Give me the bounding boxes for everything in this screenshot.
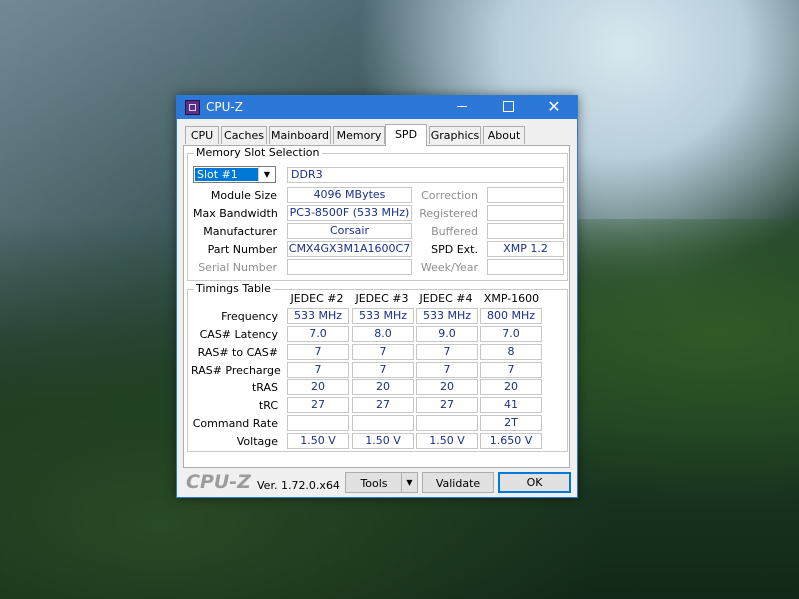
maximize-icon — [502, 101, 514, 112]
minimize-icon — [457, 106, 467, 107]
dropdown-arrow-icon[interactable]: ▼ — [401, 473, 417, 492]
tab-cpu[interactable]: CPU — [185, 126, 219, 144]
timing-cell: 8.0 — [352, 326, 414, 342]
tab-spd[interactable]: SPD — [385, 124, 427, 146]
timing-cell: 1.50 V — [287, 433, 349, 449]
serial-number-label: Serial Number — [198, 261, 277, 274]
validate-button[interactable]: Validate — [422, 472, 494, 493]
module-size-label: Module Size — [210, 189, 277, 202]
timing-cell: 7 — [416, 344, 478, 360]
slot-dropdown[interactable]: Slot #1 ▼ — [193, 166, 276, 183]
timing-cell: 7 — [416, 362, 478, 378]
max-bandwidth-value: PC3-8500F (533 MHz) — [287, 205, 412, 221]
tab-memory[interactable]: Memory — [333, 126, 385, 144]
timing-cell: 1.50 V — [416, 433, 478, 449]
memory-slot-group-title: Memory Slot Selection — [194, 146, 322, 159]
registered-label: Registered — [419, 207, 478, 220]
timing-cell: 20 — [352, 379, 414, 395]
timing-cell: 27 — [287, 397, 349, 413]
buffered-label: Buffered — [431, 225, 478, 238]
timing-cell — [416, 415, 478, 431]
timing-cell: 7.0 — [480, 326, 542, 342]
tab-caches[interactable]: Caches — [221, 126, 267, 144]
timing-cell: 533 MHz — [287, 308, 349, 324]
timings-col-jedec4: JEDEC #4 — [419, 292, 473, 305]
tab-mainboard[interactable]: Mainboard — [269, 126, 331, 144]
timing-cell: 41 — [480, 397, 542, 413]
cpu-z-app-icon — [185, 100, 200, 115]
timing-cell: 7 — [287, 344, 349, 360]
timing-cell: 1.50 V — [352, 433, 414, 449]
timing-cell: 800 MHz — [480, 308, 542, 324]
timing-cell: 7 — [287, 362, 349, 378]
dropdown-arrow-icon: ▼ — [258, 167, 275, 182]
max-bandwidth-label: Max Bandwidth — [193, 207, 278, 220]
ok-button[interactable]: OK — [498, 472, 571, 493]
timing-cell: 9.0 — [416, 326, 478, 342]
module-size-value: 4096 MBytes — [287, 187, 412, 203]
registered-value — [487, 205, 564, 221]
timing-cell — [352, 415, 414, 431]
timing-cell: 1.650 V — [480, 433, 542, 449]
close-button[interactable]: ✕ — [531, 96, 577, 119]
timing-cell: 7.0 — [287, 326, 349, 342]
minimize-button[interactable] — [439, 96, 485, 119]
timing-cell: 7 — [480, 362, 542, 378]
part-number-label: Part Number — [207, 243, 277, 256]
timing-row-label: RAS# to CAS# — [197, 346, 278, 359]
tools-button-label: Tools — [360, 477, 388, 490]
timing-cell: 27 — [352, 397, 414, 413]
timing-cell: 20 — [416, 379, 478, 395]
timing-cell: 7 — [352, 362, 414, 378]
tab-graphics[interactable]: Graphics — [429, 126, 481, 144]
memory-type-value: DDR3 — [287, 167, 564, 183]
timing-cell: 20 — [480, 379, 542, 395]
timings-col-jedec3: JEDEC #3 — [355, 292, 409, 305]
timing-cell: 2T — [480, 415, 542, 431]
spd-ext-value: XMP 1.2 — [487, 241, 564, 257]
manufacturer-value: Corsair — [287, 223, 412, 239]
part-number-value: CMX4GX3M1A1600C7 — [287, 241, 412, 257]
week-year-value — [487, 259, 564, 275]
version-text: Ver. 1.72.0.x64 — [257, 479, 340, 492]
cpuz-window: CPU-Z ✕ CPU Caches Mainboard Memory SPD … — [176, 95, 578, 498]
buffered-value — [487, 223, 564, 239]
correction-value — [487, 187, 564, 203]
cpuz-logo: CPU-Z — [186, 471, 251, 493]
timings-col-xmp1600: XMP-1600 — [483, 292, 540, 305]
spd-ext-label: SPD Ext. — [431, 243, 478, 256]
timing-row-label: tRAS — [251, 381, 278, 394]
timing-cell: 533 MHz — [416, 308, 478, 324]
window-title: CPU-Z — [206, 100, 243, 114]
title-bar[interactable]: CPU-Z ✕ — [177, 96, 577, 119]
serial-number-value — [287, 259, 412, 275]
tab-about[interactable]: About — [483, 126, 525, 144]
week-year-label: Week/Year — [420, 261, 478, 274]
slot-selected-value: Slot #1 — [195, 168, 259, 181]
correction-label: Correction — [421, 189, 478, 202]
timing-cell: 533 MHz — [352, 308, 414, 324]
timing-cell: 8 — [480, 344, 542, 360]
tools-button[interactable]: Tools ▼ — [345, 472, 418, 493]
timing-row-label: tRC — [258, 399, 278, 412]
timing-row-label: Command Rate — [192, 417, 278, 430]
timing-row-label: Frequency — [221, 310, 278, 323]
timing-cell: 7 — [352, 344, 414, 360]
timing-row-label: CAS# Latency — [199, 328, 278, 341]
maximize-button[interactable] — [485, 96, 531, 119]
timing-cell: 20 — [287, 379, 349, 395]
timing-row-label: RAS# Precharge — [191, 364, 281, 377]
timings-col-jedec2: JEDEC #2 — [290, 292, 344, 305]
close-icon: ✕ — [547, 97, 561, 116]
manufacturer-label: Manufacturer — [203, 225, 277, 238]
timing-cell: 27 — [416, 397, 478, 413]
timing-cell — [287, 415, 349, 431]
timing-row-label: Voltage — [236, 435, 278, 448]
timings-group-title: Timings Table — [194, 282, 273, 295]
